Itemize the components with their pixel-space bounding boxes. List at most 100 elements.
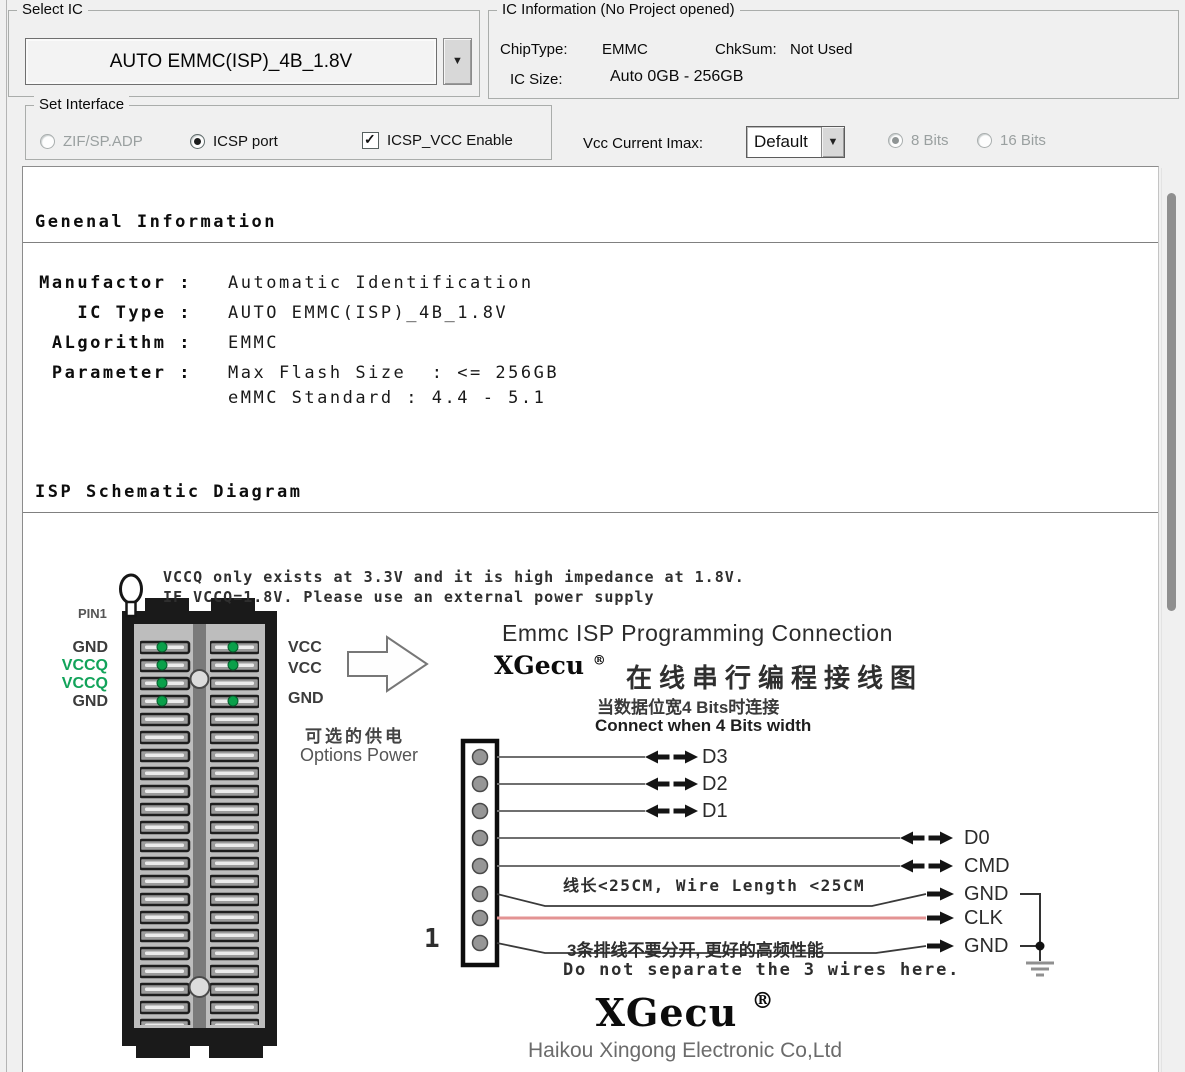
schematic-footer: XGecu ® Haikou Xingong Electronic Co,Ltd	[455, 988, 915, 1063]
chiptype-label: ChipType:	[500, 41, 568, 58]
set-interface-group-title: Set Interface	[34, 96, 129, 113]
signal-wires	[497, 757, 900, 866]
right-arrow-icon	[927, 940, 954, 953]
app-window: { "select_ic": { "title": "Select IC", "…	[0, 0, 1185, 1072]
socket-pin-label: VCCQ	[40, 675, 108, 693]
info-row-value: EMMC	[228, 333, 279, 353]
direction-arrow-icon	[348, 637, 427, 691]
radio-icon	[190, 134, 205, 149]
socket-pin-label: GND	[288, 690, 324, 708]
brand-logo: XGecu ®	[494, 651, 606, 680]
vcc-imax-dropdown-button[interactable]: ▼	[821, 127, 844, 157]
vcc-imax-value: Default	[747, 132, 821, 152]
wires-note-en: Do not separate the 3 wires here.	[563, 960, 960, 980]
bidirectional-arrow-icon	[645, 805, 698, 818]
radio-icsp-label: ICSP port	[213, 133, 278, 150]
radio-16bits[interactable]: 16 Bits	[977, 132, 1046, 149]
vcc-imax-label: Vcc Current Imax:	[583, 135, 703, 152]
general-info-heading: Genenal Information	[35, 212, 277, 232]
isp-connector	[463, 741, 497, 965]
junction-dot	[1036, 942, 1045, 951]
radio-16bits-label: 16 Bits	[1000, 132, 1046, 149]
vccq-note-line2: IF VCCQ=1.8V. Please use an external pow…	[163, 588, 655, 606]
gnd-net	[1020, 894, 1040, 961]
signal-label: D2	[702, 772, 728, 796]
radio-icon	[888, 133, 903, 148]
bidirectional-arrow-icon	[900, 860, 953, 873]
selected-ic-combobox[interactable]: AUTO EMMC(ISP)_4B_1.8V	[25, 38, 437, 85]
signal-label: CLK	[964, 906, 1003, 930]
connector-pin1-number: 1	[424, 924, 440, 954]
wires-note-cn: 3条排线不要分开, 更好的高频性能	[567, 936, 824, 961]
signal-label: GND	[964, 882, 1008, 906]
info-row-label: Manufactor :	[35, 273, 192, 293]
chksum-value: Not Used	[790, 41, 853, 58]
divider	[23, 512, 1158, 513]
connect-note-en: Connect when 4 Bits width	[595, 716, 811, 736]
socket-pin-label: VCCQ	[40, 657, 108, 675]
bidirectional-arrow-icon	[645, 778, 698, 791]
checkbox-icon	[362, 132, 379, 149]
registered-mark: ®	[593, 654, 606, 669]
schematic-title: Emmc ISP Programming Connection	[502, 620, 893, 647]
divider	[23, 242, 1158, 243]
chiptype-value: EMMC	[602, 41, 648, 58]
radio-8bits-label: 8 Bits	[911, 132, 949, 149]
bidirectional-arrow-icon	[645, 751, 698, 764]
info-row-label: IC Type :	[35, 303, 192, 323]
vcc-imax-combobox[interactable]: Default ▼	[746, 126, 845, 158]
options-power-en: Options Power	[300, 745, 418, 766]
socket-pin-label: GND	[40, 639, 108, 657]
info-row-value: AUTO EMMC(ISP)_4B_1.8V	[228, 303, 508, 323]
pin1-lever	[121, 575, 142, 603]
ic-size-label: IC Size:	[510, 71, 563, 88]
zif-socket	[121, 575, 278, 1058]
bidirectional-arrow-icon	[900, 832, 953, 845]
signal-label: D1	[702, 799, 728, 823]
radio-icon	[977, 133, 992, 148]
right-arrow-icon	[927, 888, 954, 901]
radio-8bits[interactable]: 8 Bits	[888, 132, 949, 149]
right-arrow-icon	[927, 912, 954, 925]
vccq-note-line1: VCCQ only exists at 3.3V and it is high …	[163, 568, 745, 586]
schematic-title-cn: 在线串行编程接线图	[626, 658, 923, 695]
socket-pin-label: GND	[40, 693, 108, 711]
registered-mark: ®	[752, 988, 775, 1014]
chksum-label: ChkSum:	[715, 41, 777, 58]
signal-label: D0	[964, 826, 990, 850]
info-row-value: eMMC Standard : 4.4 - 5.1	[228, 388, 546, 408]
chevron-down-icon: ▼	[828, 137, 839, 148]
ic-dropdown-button[interactable]: ▼	[443, 38, 472, 85]
radio-zif-label: ZIF/SP.ADP	[63, 133, 143, 150]
icsp-vcc-enable-label: ICSP_VCC Enable	[387, 132, 513, 149]
signal-label: GND	[964, 934, 1008, 958]
scrollbar-thumb[interactable]	[1167, 193, 1176, 611]
socket-pin-label: VCC	[288, 660, 322, 678]
wire-length-note: 线长<25CM, Wire Length <25CM	[563, 872, 865, 896]
checkbox-icsp-vcc-enable[interactable]: ICSP_VCC Enable	[362, 132, 513, 149]
info-row-label: ALgorithm :	[35, 333, 192, 353]
signal-label: CMD	[964, 854, 1010, 878]
company-name: Haikou Xingong Electronic Co,Ltd	[455, 1039, 915, 1063]
socket-pin-label: VCC	[288, 639, 322, 657]
radio-icon	[40, 134, 55, 149]
ground-symbol-icon	[1026, 963, 1054, 975]
chevron-down-icon: ▼	[452, 56, 463, 67]
radio-zif-sp-adp[interactable]: ZIF/SP.ADP	[40, 133, 143, 150]
signal-label: D3	[702, 745, 728, 769]
vertical-scrollbar[interactable]	[1161, 168, 1182, 1072]
ic-size-value: Auto 0GB - 256GB	[610, 68, 743, 86]
connect-note-cn: 当数据位宽4 Bits时连接	[597, 693, 779, 718]
info-row-label: Parameter :	[35, 363, 192, 383]
info-row-value: Automatic Identification	[228, 273, 534, 293]
socket-screw	[190, 977, 210, 997]
radio-icsp-port[interactable]: ICSP port	[190, 133, 278, 150]
socket-screw	[191, 670, 209, 688]
brand-logo: XGecu ®	[455, 988, 915, 1035]
isp-schematic-heading: ISP Schematic Diagram	[35, 482, 302, 502]
window-frame-edge	[6, 0, 7, 1072]
ic-info-group-title: IC Information (No Project opened)	[497, 1, 740, 18]
pin1-label: PIN1	[78, 606, 107, 621]
info-row-value: Max Flash Size : <= 256GB	[228, 363, 559, 383]
select-ic-group-title: Select IC	[17, 1, 88, 18]
